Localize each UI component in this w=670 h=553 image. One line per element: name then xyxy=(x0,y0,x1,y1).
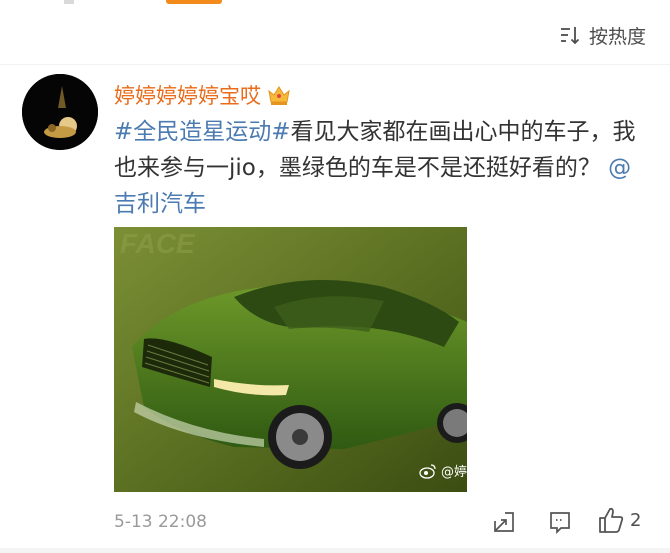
crown-icon xyxy=(268,86,290,105)
car-sketch: FACE xyxy=(114,227,467,492)
bottom-separator xyxy=(0,548,670,553)
username-text: 婷婷婷婷婷宝哎 xyxy=(114,84,261,108)
active-tab-indicator xyxy=(166,0,222,4)
like-icon xyxy=(599,507,624,533)
comment-icon[interactable] xyxy=(548,510,572,534)
avatar[interactable] xyxy=(22,74,98,150)
username[interactable]: 婷婷婷婷婷宝哎 xyxy=(114,80,291,110)
share-icon[interactable] xyxy=(492,510,516,534)
post-text: #全民造星运动#看见大家都在画出心中的车子，我也来参与一jio，墨绿色的车是不是… xyxy=(114,114,642,222)
sort-by-popularity-button[interactable]: 按热度 xyxy=(559,20,646,50)
like-count: 2 xyxy=(630,509,642,531)
image-watermark: @婷 xyxy=(419,461,467,480)
sort-icon xyxy=(560,27,580,45)
post-image[interactable]: FACE @婷 xyxy=(114,227,467,492)
hashtag-link[interactable]: #全民造星运动# xyxy=(114,119,291,145)
watermark-text: @婷 xyxy=(440,465,467,480)
svg-text:FACE: FACE xyxy=(120,228,196,259)
top-edge-marker xyxy=(64,0,74,4)
top-edge xyxy=(0,0,670,8)
like-button[interactable]: 2 xyxy=(598,506,641,534)
divider xyxy=(0,64,670,65)
post-timestamp: 5-13 22:08 xyxy=(114,512,207,532)
sort-label: 按热度 xyxy=(588,25,646,48)
weibo-icon xyxy=(419,463,436,479)
